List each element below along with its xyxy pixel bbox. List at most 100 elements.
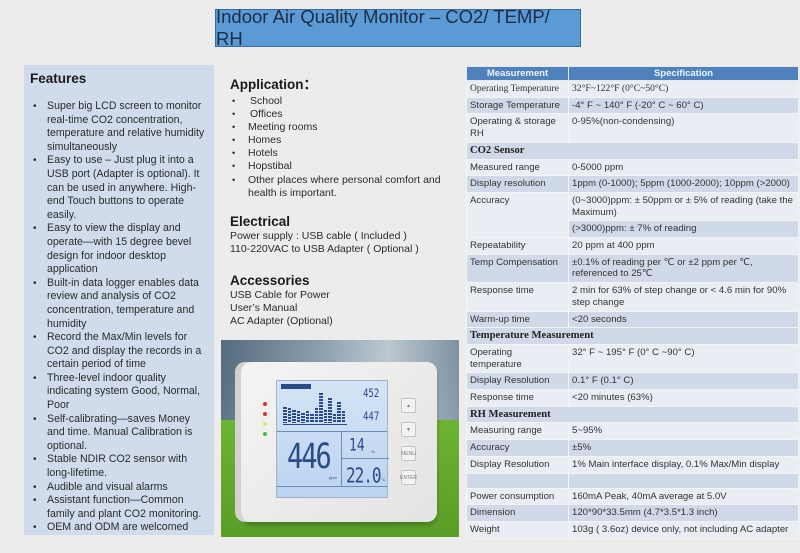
accessories-line: USB Cable for Power <box>230 289 330 301</box>
application-item: Homes <box>230 134 455 147</box>
lcd-history-bar <box>337 402 341 423</box>
feature-item: Built-in data logger enables data review… <box>30 277 208 331</box>
spec-label: Display resolution <box>466 175 569 193</box>
spec-label: Power consumption <box>466 487 569 506</box>
column-header-measurement: Measurement <box>466 66 569 81</box>
spec-value: 103g ( 3.6oz) device only, not including… <box>568 520 799 539</box>
spec-label: Temp Compensation <box>466 253 569 284</box>
spec-label: Response time <box>466 282 569 312</box>
spec-label: Operating & storage RH <box>466 113 569 143</box>
spec-value: 120*90*33.5mm (4.7*3.5*1.3 inch) <box>568 504 799 522</box>
lcd-temp-unit: °C <box>381 477 386 482</box>
spec-label: Response time <box>466 389 569 407</box>
lcd-temp-reading: 22.0 <box>346 463 382 488</box>
spec-value: 1% Main interface display, 0.1% Max/Min … <box>568 455 799 474</box>
spec-label: Measuring range <box>466 422 569 441</box>
lcd-history-bar <box>283 406 287 423</box>
feature-item: Three-level indoor quality indicating sy… <box>30 372 208 413</box>
spec-section-title: Temperature Measurement <box>466 327 799 345</box>
spec-value: 160mA Peak, 40mA average at 5.0V <box>568 487 799 506</box>
features-panel: Features Super big LCD screen to monitor… <box>24 65 214 535</box>
lcd-history-bar <box>323 409 327 423</box>
application-item: Meeting rooms <box>230 121 455 134</box>
lcd-min-value: 447 <box>363 411 380 424</box>
lcd-mode-tag <box>281 384 311 389</box>
status-led <box>263 432 267 436</box>
feature-item: Easy to view the display and operate—wit… <box>30 222 208 276</box>
spec-section-title: RH Measurement <box>466 405 799 424</box>
status-led <box>263 422 267 426</box>
spec-value: 0.1° F (0.1° C) <box>568 372 799 391</box>
lcd-history-bar <box>296 411 300 423</box>
spec-label: Accuracy <box>466 439 569 457</box>
spec-row: Temp Compensation ±0.1% of reading per ℃ … <box>466 253 799 284</box>
application-item: Offices <box>230 108 455 121</box>
lcd-history-bar <box>314 408 318 423</box>
lcd-history-bar <box>292 409 296 423</box>
spec-row: Dimension 120*90*33.5mm (4.7*3.5*1.3 inch… <box>466 504 799 522</box>
spec-value: (0~3000)ppm: ± 50ppm or ± 5% of reading … <box>568 191 799 222</box>
spec-label: Repeatability <box>466 237 569 255</box>
spec-value: -4° F ~ 140° F (-20° C ~ 60° C) <box>568 96 799 115</box>
spec-row: Display Resolution 1% Main interface disp… <box>466 455 799 474</box>
spec-label: Display Resolution <box>466 372 569 391</box>
spec-row: Accuracy (0~3000)ppm: ± 50ppm or ± 5% of … <box>466 191 799 239</box>
lcd-divider <box>341 458 389 459</box>
spec-value: 32° F ~ 195° F (0° C ~90° C) <box>568 343 799 374</box>
spec-row: Response time 2 min for 63% of step chan… <box>466 282 799 312</box>
application-list: SchoolOfficesMeeting roomsHomesHotelsHop… <box>230 95 455 200</box>
electrical-heading: Electrical <box>230 214 291 229</box>
spec-row: Warm-up time <20 seconds <box>466 310 799 329</box>
spec-label: Operating Temperature <box>466 80 569 98</box>
spec-value: 0-5000 ppm <box>568 158 799 177</box>
enter-button: ENTER <box>400 470 417 485</box>
device-buttons: ▲ ▼ MENU ENTER <box>400 398 419 494</box>
spec-value: <20 minutes (63%) <box>568 389 799 407</box>
lcd-co2-unit: ppm <box>329 475 337 480</box>
application-item: School <box>230 95 455 108</box>
spec-row: Operating temperature 32° F ~ 195° F (0° … <box>466 343 799 374</box>
spec-row: Repeatability 20 ppm at 400 ppm <box>466 237 799 255</box>
electrical-line: Power supply : USB cable ( Included ) <box>230 230 407 242</box>
spec-label: Storage Temperature <box>466 96 569 115</box>
accessories-section: Accessories USB Cable for Power User’s M… <box>230 273 455 329</box>
feature-item: Record the Max/Min levels for CO2 and di… <box>30 331 208 372</box>
spec-row: Accuracy ±5% <box>466 439 799 457</box>
spec-row: Display resolution 1ppm (0-1000); 5ppm (1… <box>466 175 799 193</box>
spec-table-header: Measurement Specification <box>466 66 799 81</box>
spec-label: Accuracy <box>466 191 569 239</box>
spec-value: (>3000)ppm: ± 7% of reading <box>568 220 799 239</box>
application-heading: Application： <box>230 77 317 92</box>
page-title: Indoor Air Quality Monitor – CO2/ TEMP/ … <box>215 6 581 49</box>
feature-item: Audible and visual alarms <box>30 481 208 495</box>
lcd-history-bar <box>341 411 345 423</box>
spec-row: Display Resolution 0.1° F (0.1° C) <box>466 372 799 391</box>
spec-row: Power consumption 160mA Peak, 40mA averag… <box>466 487 799 506</box>
lcd-history-bar <box>287 408 291 423</box>
spec-row: Weight 103g ( 3.6oz) device only, not inc… <box>466 520 799 539</box>
lcd-screen: 452 447 446 ppm 14 % 22.0 °C <box>276 380 389 498</box>
feature-item: OEM and ODM are welcomed <box>30 521 208 535</box>
lcd-history-bar <box>305 411 309 423</box>
spec-label: Warm-up time <box>466 310 569 329</box>
spec-label <box>466 472 569 489</box>
spec-value <box>568 472 799 489</box>
spec-row: Operating & storage RH 0-95%(non-condensi… <box>466 113 799 143</box>
spec-label: Display Resolution <box>466 455 569 474</box>
application-section: Application： SchoolOfficesMeeting roomsH… <box>230 73 455 200</box>
lcd-history-chart <box>283 393 345 423</box>
spec-label: Dimension <box>466 504 569 522</box>
product-photo: 452 447 446 ppm 14 % 22.0 °C ▲ ▼ MENU EN… <box>221 340 459 537</box>
spec-label: Weight <box>466 520 569 539</box>
feature-item: Stable NDIR CO2 sensor with long-lifetim… <box>30 453 208 480</box>
spec-value: <20 seconds <box>568 310 799 329</box>
feature-item: Self-calibrating—saves Money and time. M… <box>30 413 208 454</box>
lcd-co2-reading: 446 <box>287 437 332 478</box>
status-led <box>263 412 267 416</box>
status-led <box>263 402 267 406</box>
accessories-line: User’s Manual <box>230 302 298 315</box>
page-title-text: Indoor Air Quality Monitor – CO2/ TEMP/ … <box>216 6 550 49</box>
spec-row: Measuring range 5~95% <box>466 422 799 441</box>
spec-value: ±0.1% of reading per ℃ or ±2 ppm per ℃, … <box>568 253 799 284</box>
lcd-history-bar <box>332 414 336 423</box>
